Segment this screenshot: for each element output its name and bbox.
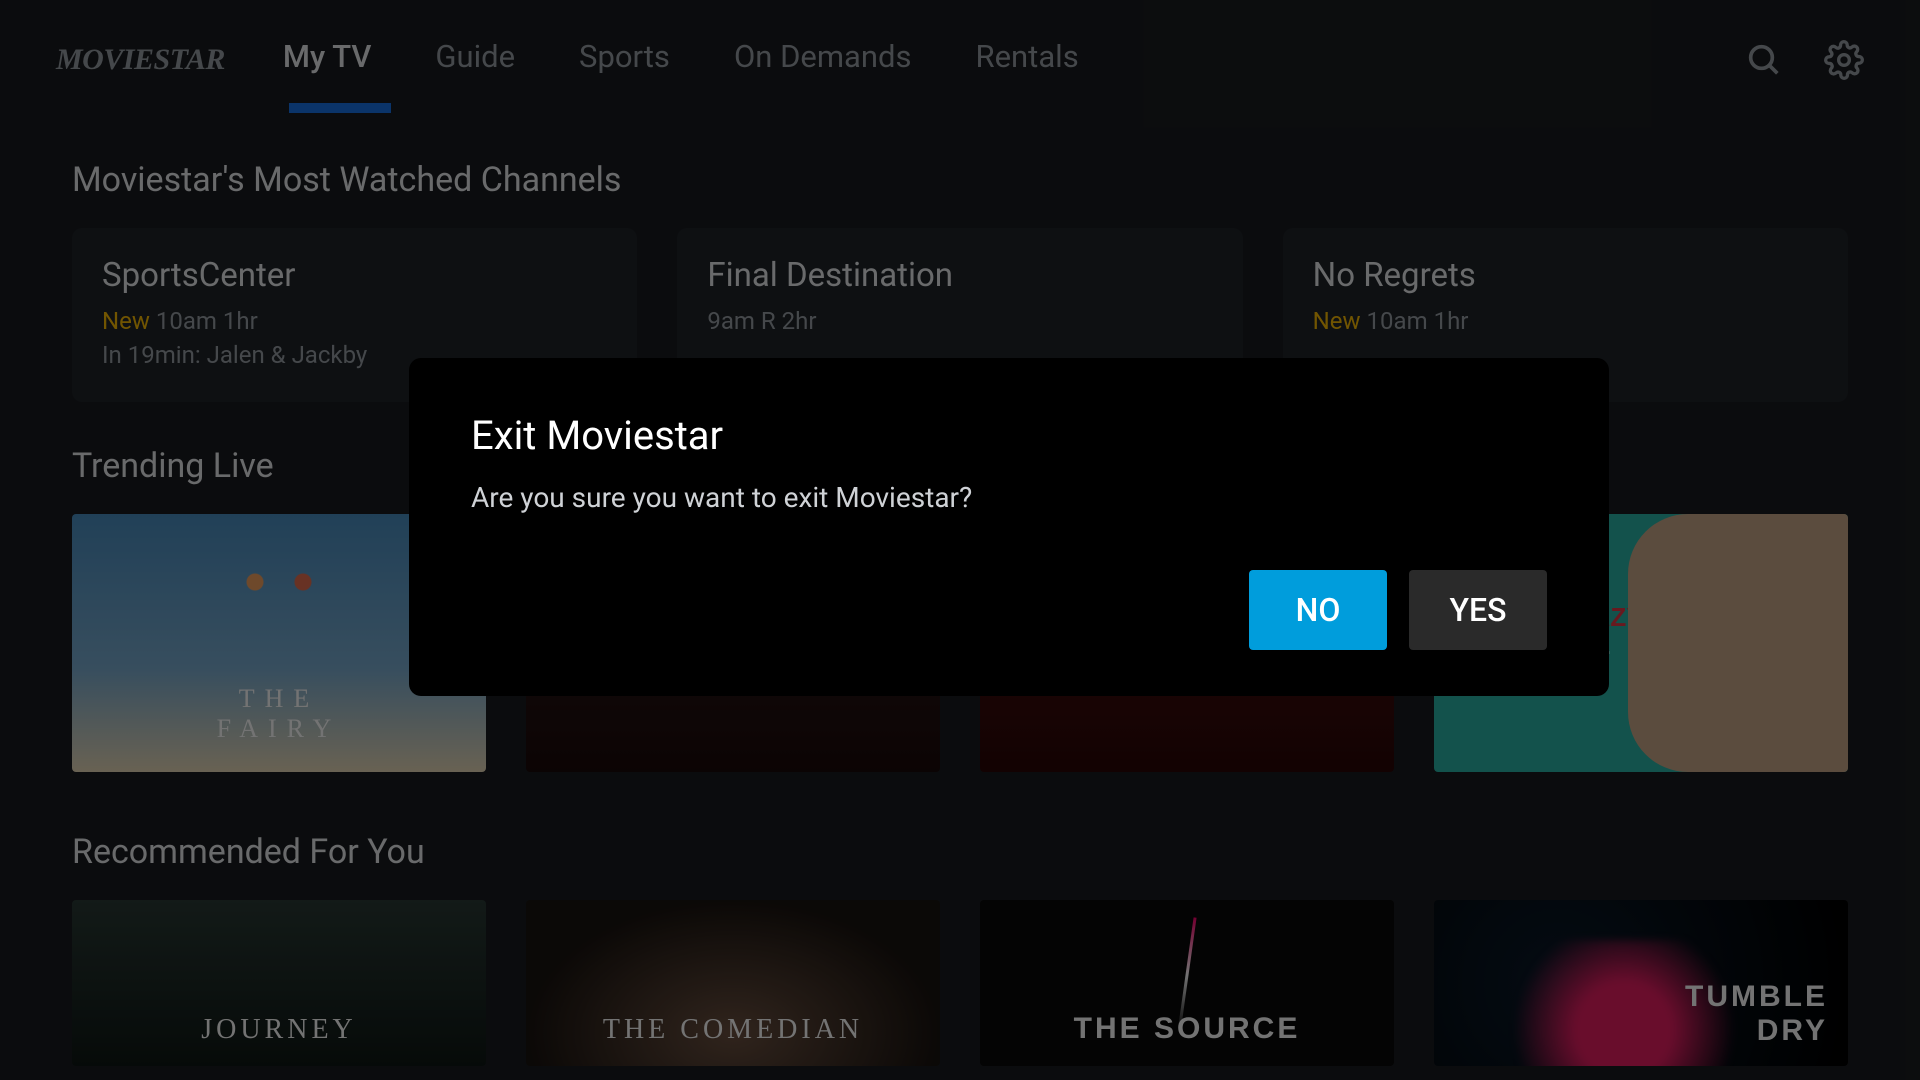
app-root: MOVIESTAR My TV Guide Sports On Demands … bbox=[0, 0, 1920, 1080]
dialog-body: Are you sure you want to exit Moviestar? bbox=[471, 481, 1547, 514]
yes-button[interactable]: YES bbox=[1409, 570, 1547, 650]
dialog-title: Exit Moviestar bbox=[471, 412, 1547, 459]
exit-dialog: Exit Moviestar Are you sure you want to … bbox=[409, 358, 1609, 696]
dialog-actions: NO YES bbox=[471, 570, 1547, 650]
no-button[interactable]: NO bbox=[1249, 570, 1387, 650]
